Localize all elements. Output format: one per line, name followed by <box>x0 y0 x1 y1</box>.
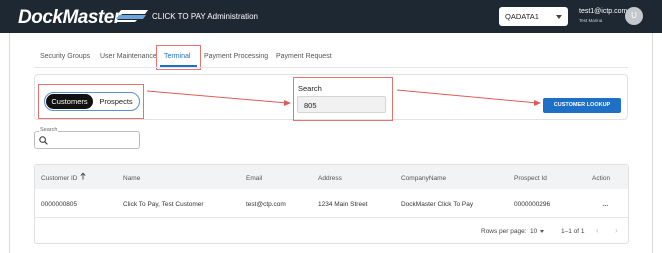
column-header-customer-id[interactable]: Customer ID <box>41 175 77 182</box>
search-icon <box>39 136 48 145</box>
column-header-action: Action <box>592 175 611 182</box>
rows-per-page-label: Rows per page: <box>481 228 527 235</box>
sort-ascending-icon[interactable] <box>80 172 86 180</box>
more-actions-icon[interactable]: ... <box>602 198 609 208</box>
row-divider <box>35 217 628 218</box>
chevron-right-icon[interactable]: › <box>615 226 618 235</box>
rows-per-page-select[interactable]: 10 <box>530 228 537 235</box>
table-search-input[interactable] <box>34 131 140 149</box>
table-search-label: Search <box>39 127 59 133</box>
column-header-name[interactable]: Name <box>123 175 140 182</box>
column-header-address[interactable]: Address <box>318 175 342 182</box>
cell-address: 1234 Main Street <box>318 201 368 208</box>
chevron-down-icon[interactable] <box>540 230 544 233</box>
chevron-left-icon[interactable]: ‹ <box>596 226 599 235</box>
cell-prospect-id: 0000000296 <box>514 201 551 208</box>
column-header-prospect-id[interactable]: Prospect Id <box>514 175 547 182</box>
cell-company-name: DockMaster Click To Pay <box>401 201 474 208</box>
cell-customer-id: 0000000805 <box>41 201 78 208</box>
column-header-company-name[interactable]: CompanyName <box>401 175 446 182</box>
pagination-range: 1–1 of 1 <box>561 228 585 235</box>
cell-email: test@ctp.com <box>246 201 286 208</box>
cell-name: Click To Pay, Test Customer <box>123 201 204 208</box>
column-header-email[interactable]: Email <box>246 175 262 182</box>
